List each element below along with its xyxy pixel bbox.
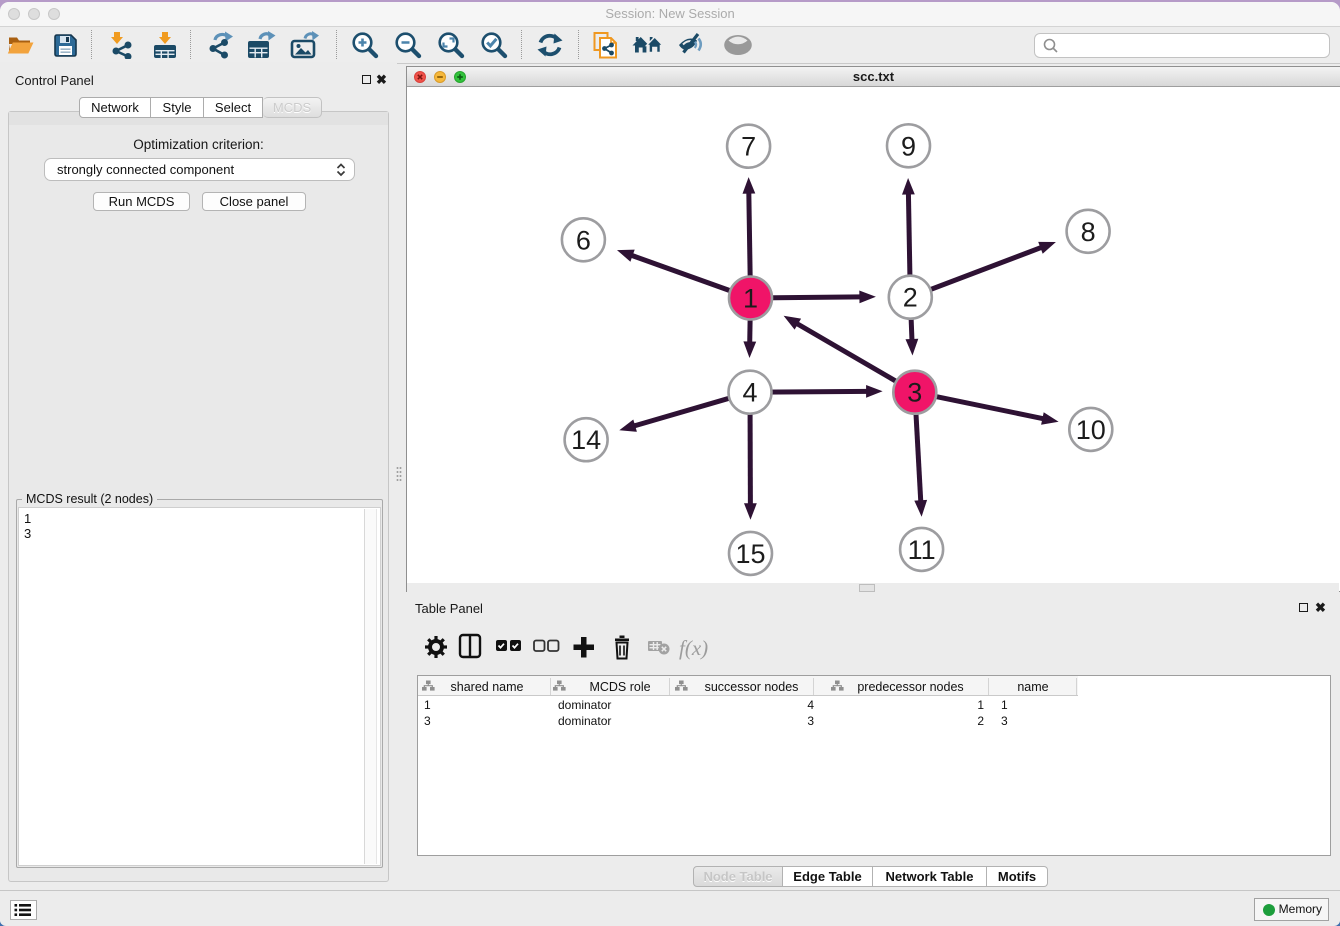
svg-text:6: 6 (576, 225, 591, 255)
svg-text:15: 15 (735, 539, 765, 569)
svg-text:11: 11 (908, 535, 936, 565)
svg-text:10: 10 (1076, 415, 1106, 445)
svg-text:1: 1 (743, 284, 758, 314)
svg-text:8: 8 (1081, 217, 1096, 247)
svg-text:7: 7 (741, 132, 756, 162)
svg-text:9: 9 (901, 131, 916, 161)
svg-text:f(x): f(x) (679, 636, 708, 660)
svg-text:4: 4 (742, 378, 757, 408)
svg-text:3: 3 (907, 378, 922, 408)
svg-text:14: 14 (571, 425, 601, 455)
svg-text:2: 2 (903, 283, 918, 313)
